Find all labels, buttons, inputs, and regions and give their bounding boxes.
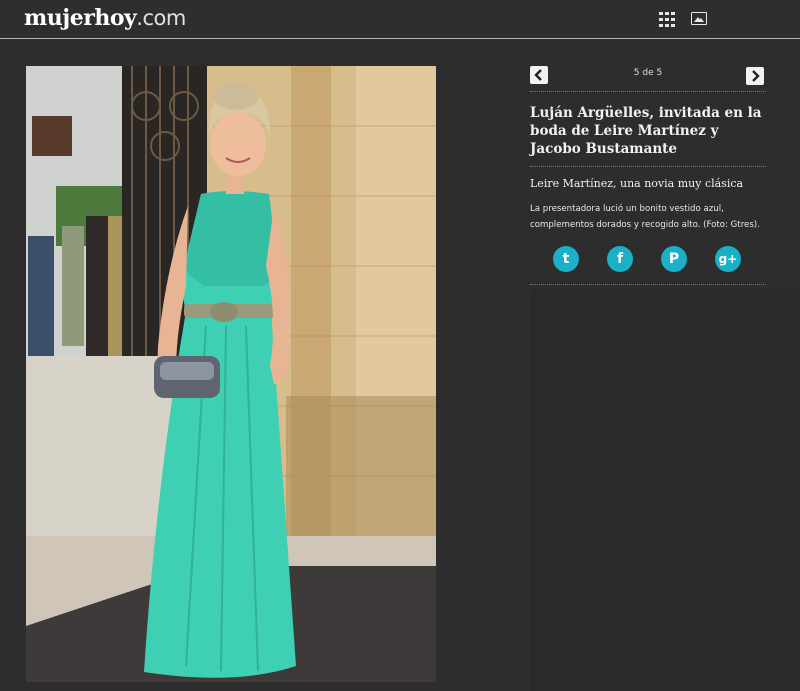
site-logo[interactable]: mujerhoy.com xyxy=(24,5,186,31)
pinterest-icon: P xyxy=(668,251,680,267)
photo-caption: La presentadora lució un bonito vestido … xyxy=(530,204,760,230)
chevron-left-icon xyxy=(534,69,542,81)
facebook-icon: f xyxy=(616,251,624,267)
gallery-subtitle: Leire Martínez, una novia muy clásica xyxy=(530,177,744,190)
pinterest-share-button[interactable]: P xyxy=(661,246,687,272)
divider xyxy=(530,166,766,167)
photo-illustration xyxy=(26,66,436,682)
sidebar-empty-area xyxy=(530,289,800,691)
logo-domain: .com xyxy=(136,6,186,30)
next-button[interactable] xyxy=(746,67,764,85)
chevron-right-icon xyxy=(752,70,760,82)
google-plus-share-button[interactable]: g+ xyxy=(715,246,741,272)
gallery-counter: 5 de 5 xyxy=(633,68,663,78)
twitter-share-button[interactable]: t xyxy=(553,246,579,272)
site-header: mujerhoy.com xyxy=(0,0,800,39)
twitter-icon: t xyxy=(562,251,570,267)
google-plus-icon: g+ xyxy=(718,252,738,266)
previous-button[interactable] xyxy=(530,66,548,84)
divider xyxy=(530,284,766,285)
logo-name: mujerhoy xyxy=(24,5,137,31)
image-icon[interactable] xyxy=(691,12,707,25)
gallery-title: Luján Argüelles, invitada en la boda de … xyxy=(530,105,762,157)
grid-icon[interactable] xyxy=(659,12,675,27)
divider xyxy=(530,91,766,92)
gallery-photo xyxy=(26,66,436,682)
facebook-share-button[interactable]: f xyxy=(607,246,633,272)
